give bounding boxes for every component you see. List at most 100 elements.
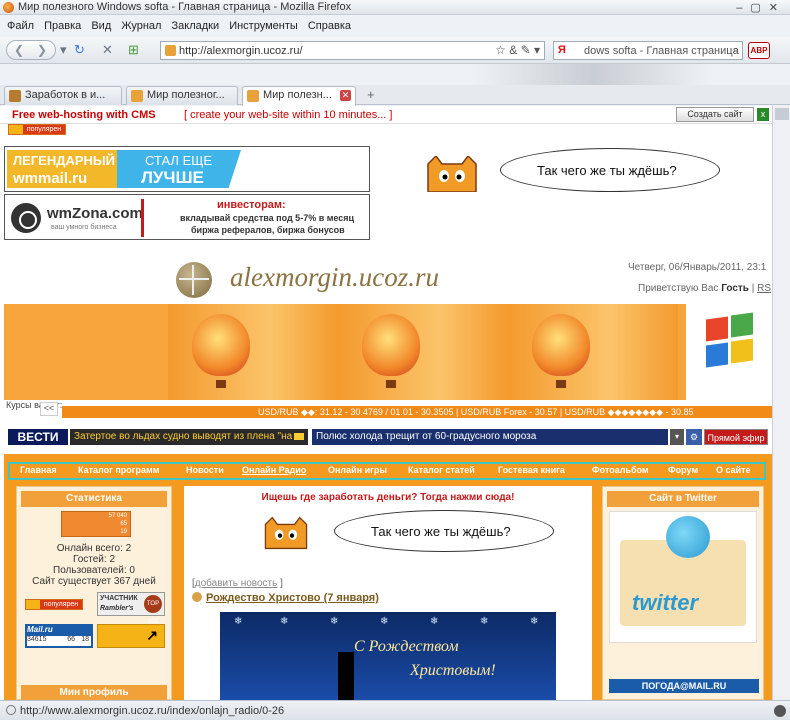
reload-icon[interactable]: ↻ <box>74 40 85 60</box>
globe-icon <box>176 262 212 298</box>
status-url: http://www.alexmorgin.ucoz.ru/index/onla… <box>20 705 285 717</box>
wmzona-line1: вкладывай средства под 5-7% в месяц <box>180 213 355 223</box>
online-total: Онлайн всего: 2 <box>56 543 132 554</box>
hosting-brand[interactable]: Free web-hosting with CMS <box>12 109 156 121</box>
news-ticker: ВЕСТИ Затертое во льдах судно выводят из… <box>4 424 772 450</box>
settings-gear-icon[interactable]: ⚙ <box>686 429 702 445</box>
popular-badge[interactable]: популярен <box>8 124 66 135</box>
tab-favicon <box>9 90 21 102</box>
news-item-1[interactable]: Затертое во льдах судно выводят из плена… <box>70 429 308 445</box>
counter-value: 65 <box>120 521 127 527</box>
yellow-counter-badge[interactable]: ↗ <box>97 624 165 648</box>
navigation-toolbar: ❮ ❯ ▾ ↻ ✕ ⊞ http://alexmorgin.ucoz.ru/ ☆… <box>0 37 790 64</box>
ticker-arrows-icon[interactable]: << <box>40 402 58 416</box>
vertical-scrollbar[interactable] <box>772 106 790 700</box>
nav-programs[interactable]: Каталог программ <box>78 465 159 475</box>
bookmark-star-icon[interactable]: ☆ & ✎ ▾ <box>495 43 540 57</box>
new-tab-icon[interactable]: + <box>367 87 375 102</box>
live-button[interactable]: Прямой эфир <box>704 429 768 445</box>
cat-mascot-icon[interactable] <box>424 156 480 192</box>
nav-news[interactable]: Новости <box>186 465 224 475</box>
window-controls[interactable]: ‒▢✕ <box>736 1 786 14</box>
mailru-num: 34615 <box>27 636 47 643</box>
tab-earnings[interactable]: Заработок в и... <box>4 86 122 105</box>
speech-bubble[interactable]: Так чего же ты ждёшь? <box>334 510 554 552</box>
tab-useful-active[interactable]: Мир полезн... ✕ <box>242 86 356 106</box>
add-news-link[interactable]: добавить новость <box>195 578 278 589</box>
nav-photo[interactable]: Фотоальбом <box>592 465 649 475</box>
history-dropdown-icon[interactable]: ▾ <box>60 40 67 60</box>
status-icon <box>6 705 16 715</box>
news-item-2[interactable]: Полюс холода трещит от 60-градусного мор… <box>312 429 668 445</box>
rss-link[interactable]: RS <box>757 283 771 294</box>
forward-icon[interactable]: ❯ <box>37 43 47 57</box>
site-favicon <box>165 45 176 56</box>
site-title[interactable]: alexmorgin.ucoz.ru <box>230 262 439 293</box>
search-icon[interactable]: ⌕ <box>733 44 739 57</box>
nav-radio[interactable]: Онлайн Радио <box>242 465 306 475</box>
search-box[interactable]: Я dows softa - Главная страница ⌕ <box>553 41 743 60</box>
yandex-icon[interactable]: Я <box>558 44 566 56</box>
menu-bookmarks[interactable]: Закладки <box>172 20 220 32</box>
home-add-icon[interactable]: ⊞ <box>128 40 139 60</box>
dropdown-icon[interactable]: ▾ <box>670 429 684 445</box>
twitter-widget[interactable]: twitter <box>609 511 757 643</box>
menu-file[interactable]: Файл <box>7 20 34 32</box>
news-title[interactable]: Рождество Христово (7 января) <box>192 592 379 604</box>
nav-about[interactable]: О сайте <box>716 465 751 475</box>
wmzona-banner[interactable]: wmZona.com ваш умного бизнеса инвесторам… <box>4 194 370 240</box>
firefox-icon <box>3 2 14 13</box>
tab-close-icon[interactable]: ✕ <box>340 90 351 101</box>
pogoda-mailru-widget[interactable]: ПОГОДА@MAIL.RU <box>609 679 759 693</box>
menu-edit[interactable]: Правка <box>44 20 81 32</box>
mailru-counter[interactable]: Mail.ru 34615 66 18 <box>25 624 93 648</box>
vesti-logo[interactable]: ВЕСТИ <box>8 429 68 445</box>
stop-icon[interactable]: ✕ <box>102 40 113 60</box>
news-title-link[interactable]: Рождество Христово (7 января) <box>206 592 379 604</box>
resize-grip-icon[interactable] <box>774 705 786 717</box>
scrollbar-thumb[interactable] <box>775 108 789 120</box>
nav-games[interactable]: Онлайн игры <box>328 465 387 475</box>
hosting-tagline[interactable]: [ create your web-site within 10 minutes… <box>184 109 392 121</box>
menu-help[interactable]: Справка <box>308 20 351 32</box>
nav-guestbook[interactable]: Гостевая книга <box>498 465 565 475</box>
back-forward-buttons[interactable]: ❮ ❯ <box>6 40 56 60</box>
menu-history[interactable]: Журнал <box>121 20 161 32</box>
wmzona-name: wmZona.com <box>47 205 143 222</box>
speech-bubble-banner[interactable]: Так чего же ты ждёшь? <box>500 148 720 192</box>
right-sidebar: Сайт в Twitter twitter ПОГОДА@MAIL.RU <box>602 486 764 700</box>
users-count: Пользователей: 0 <box>53 565 135 576</box>
nav-forum[interactable]: Форум <box>668 465 698 475</box>
greeting-prefix: Приветствую Вас <box>638 283 719 294</box>
visit-counter[interactable]: 57 040 65 19 <box>61 511 131 537</box>
cat-mascot-icon[interactable] <box>262 516 310 550</box>
nav-articles[interactable]: Каталог статей <box>408 465 475 475</box>
search-input[interactable]: dows softa - Главная страница <box>584 45 739 57</box>
popular-label: популярен <box>23 125 65 134</box>
menu-tools[interactable]: Инструменты <box>229 20 298 32</box>
nav-home[interactable]: Главная <box>20 465 57 475</box>
address-bar[interactable]: http://alexmorgin.ucoz.ru/ ☆ & ✎ ▾ <box>160 41 545 60</box>
adblock-button[interactable]: ABP <box>748 42 770 59</box>
greeting-user[interactable]: Гость <box>721 283 749 294</box>
snowflake-icon: ❄ <box>280 616 289 627</box>
back-icon[interactable]: ❮ <box>14 43 24 57</box>
create-site-button[interactable]: Создать сайт <box>676 107 754 122</box>
close-hosting-bar-icon[interactable]: x <box>757 108 769 121</box>
rambler-top: TOP 100 <box>144 595 162 625</box>
browser-window: Мир полезного Windows softa - Главная ст… <box>0 0 790 720</box>
title-bar: Мир полезного Windows softa - Главная ст… <box>0 0 790 15</box>
menu-view[interactable]: Вид <box>91 20 111 32</box>
mailru-num: 66 <box>67 636 75 643</box>
twitter-heading: Сайт в Twitter <box>607 491 759 507</box>
snowflake-icon: ❄ <box>380 616 389 627</box>
address-url[interactable]: http://alexmorgin.ucoz.ru/ <box>179 45 303 57</box>
tab-useful-1[interactable]: Мир полезног... <box>126 86 238 105</box>
promo-link[interactable]: Ищешь где заработать деньги? Тогда нажми… <box>184 492 592 503</box>
popular-badge[interactable]: популярен <box>25 599 83 610</box>
rambler-top100-badge[interactable]: УЧАСТНИК Rambler's TOP 100 <box>97 592 165 625</box>
wmmail-banner[interactable]: ЛЕГЕНДАРНЫЙ wmmail.ru СТАЛ ЕЩЕ ЛУЧШЕ <box>4 146 370 192</box>
christmas-card-image: ❄ ❄ ❄ ❄ ❄ ❄ ❄ С Рождеством Христовым! <box>220 612 556 700</box>
center-content: Ищешь где заработать деньги? Тогда нажми… <box>184 486 592 700</box>
window-title: Мир полезного Windows softa - Главная ст… <box>18 1 352 13</box>
